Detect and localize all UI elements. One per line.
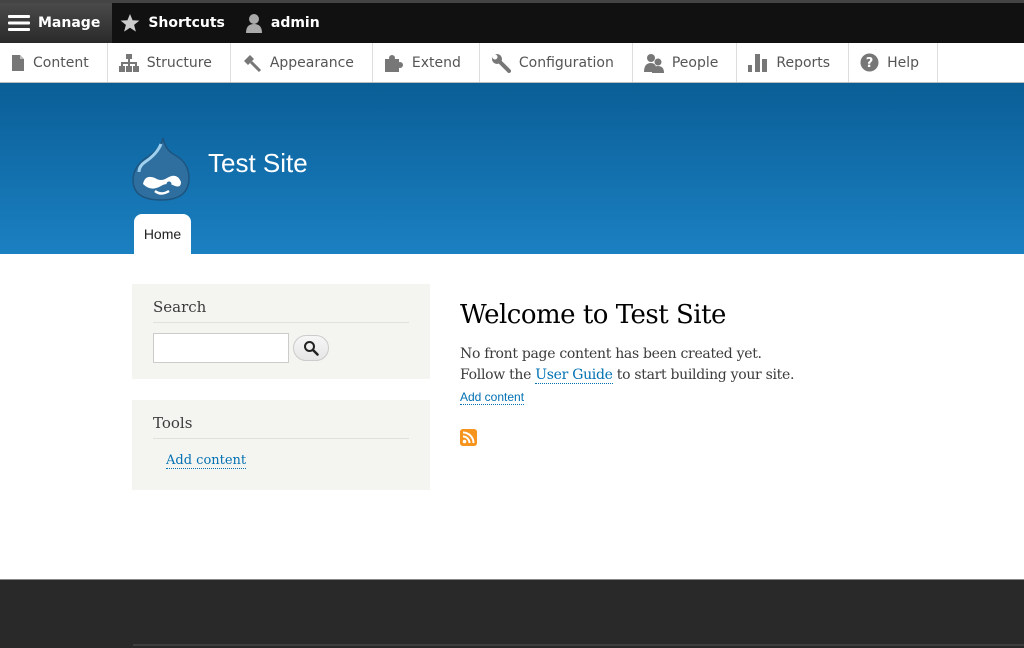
admin-toolbar: Manage Shortcuts admin [0,0,1024,43]
tray-item-label: Configuration [518,54,614,71]
wrench-icon [491,53,511,73]
tray-item-label: Help [887,54,919,71]
search-block-title: Search [153,298,409,323]
svg-text:?: ? [866,56,874,71]
tray-item-appearance[interactable]: Appearance [231,43,373,82]
sitemap-icon [118,53,139,72]
search-icon [304,341,319,356]
tray-item-structure[interactable]: Structure [108,43,231,82]
toolbar-manage-label: Manage [38,15,101,31]
toolbar-shortcuts-label: Shortcuts [148,15,225,31]
toolbar-user-label: admin [270,15,320,31]
toolbar-shortcuts[interactable]: Shortcuts [112,3,237,43]
user-guide-message: Follow the User Guide to start building … [460,365,960,386]
site-header: Test Site Home [0,83,1024,254]
drupal-logo-icon[interactable] [131,136,191,202]
add-content-link[interactable]: Add content [460,390,525,405]
tray-item-label: Extend [411,54,461,71]
star-icon [120,14,140,32]
toolbar-user[interactable]: admin [237,3,332,43]
tray-item-configuration[interactable]: Configuration [480,43,633,82]
bar-chart-icon [748,53,768,72]
search-block: Search [132,284,430,379]
user-guide-link[interactable]: User Guide [535,367,613,384]
rss-feed-icon[interactable] [460,429,477,446]
search-button[interactable] [293,335,329,361]
tray-item-label: People [671,54,719,71]
user-guide-prefix: Follow the [460,367,536,383]
paintbrush-icon [243,54,261,72]
user-icon [245,14,262,33]
tray-item-extend[interactable]: Extend [373,43,480,82]
menu-icon [8,15,30,31]
tray-item-label: Content [33,54,89,71]
site-name[interactable]: Test Site [208,148,308,179]
puzzle-icon [384,54,403,72]
tray-item-reports[interactable]: Reports [737,43,850,82]
tray-item-label: Structure [146,54,212,71]
site-footer [0,579,1024,648]
admin-tray: Content Structure Appearance Extend Conf… [0,43,1024,83]
file-icon [12,54,24,71]
footer-divider [133,644,1024,646]
tray-item-help[interactable]: ? Help [849,43,938,82]
tools-block-title: Tools [153,414,409,439]
search-input[interactable] [153,333,289,363]
tab-home[interactable]: Home [134,214,191,254]
tools-block: Tools Add content [132,400,430,490]
page-title: Welcome to Test Site [460,300,726,330]
help-icon: ? [860,53,879,72]
toolbar-manage[interactable]: Manage [0,3,113,43]
main-content: Welcome to Test Site No front page conte… [460,300,960,446]
user-guide-suffix: to start building your site. [612,367,795,383]
tools-add-content-link[interactable]: Add content [166,453,247,469]
tray-item-content[interactable]: Content [0,43,108,82]
tray-item-label: Appearance [269,54,354,71]
people-icon [643,53,664,73]
tray-item-people[interactable]: People [633,43,738,82]
tray-item-label: Reports [776,54,831,71]
no-content-message: No front page content has been created y… [460,346,762,362]
